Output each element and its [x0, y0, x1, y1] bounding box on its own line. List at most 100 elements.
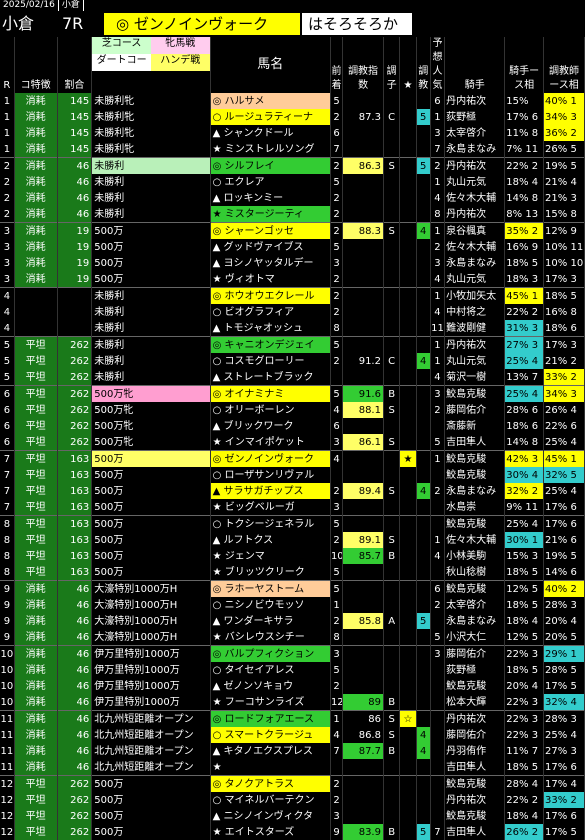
class-cell: 未勝利 — [91, 287, 211, 304]
table-row[interactable]: 10 消耗 46 伊万里特別1000万 ▲ ゼノンソキョウ 2 鮫島克駿 20% 4 17% 5 — [0, 678, 585, 694]
table-row[interactable]: 12 平坦 262 500万 ★ エイトスターズ 9 83.9 B 5 7 吉田隼人 26% 2 17%… — [0, 824, 585, 840]
table-row[interactable]: 9 消耗 46 大濠特別1000万H ◎ ラホーヤストーム 5 6 鮫島克駿 12% 5 40% … — [0, 580, 585, 597]
predicted-pop-cell: 7 — [430, 141, 446, 158]
table-row[interactable]: 8 平坦 163 500万 ★ ジェンマ 10 85.7 B 4 小林美駒 15% 3 19% 5 — [0, 548, 585, 564]
trainer-course-rate-cell: 32% 5 — [543, 467, 585, 483]
predicted-pop-cell: 1 — [430, 353, 446, 369]
table-row[interactable]: 8 平坦 163 500万 ○ トクシージェネラル 5 鮫島克駿 25% 4 17% 6 — [0, 515, 585, 532]
table-row[interactable]: 4 未勝利 ○ ビオグラフィア 2 4 中村将之 22% 2 16% 8 — [0, 304, 585, 320]
table-row[interactable]: 11 消耗 46 北九州短距離オープン ▲ キタノエクスプレス 7 87.7 B 4 丹羽侑作 11… — [0, 743, 585, 759]
predicted-pop-cell — [430, 792, 446, 808]
trainer-course-rate-cell: 10% 10 — [543, 255, 585, 271]
table-row[interactable]: 9 消耗 46 大濠特別1000万H ○ ニシノビウモッソ 1 2 太宰啓介 18% 5 28% … — [0, 597, 585, 613]
featured-comment: はそろそろか — [302, 13, 412, 35]
horse-name-cell: ◎ ハルサメ — [210, 93, 331, 109]
table-row[interactable]: 3 消耗 19 500万 ★ ヴィオトマ 2 4 丸山元気 18% 3 17% 3 — [0, 271, 585, 288]
trainer-course-rate-cell: 19% 5 — [543, 157, 585, 174]
jockey-cell: 佐々木大輔 — [444, 239, 506, 255]
jockey-cell: 鮫島克駿 — [444, 775, 506, 792]
training-index-cell: 89.4 — [342, 483, 384, 499]
training-rank-cell — [416, 190, 431, 206]
class-cell: 大濠特別1000万H — [91, 629, 211, 646]
table-row[interactable]: 1 消耗 145 未勝利牝 ◎ ハルサメ 5 6 丹内祐次 15% 40% 1 — [0, 93, 585, 109]
table-row[interactable]: 9 消耗 46 大濠特別1000万H ★ バシレウスシチー 8 5 小沢大仁 12% 5 20% … — [0, 629, 585, 646]
prev-finish-cell: 6 — [330, 125, 344, 141]
table-row[interactable]: 4 未勝利 ◎ ホウオウエクレール 2 1 小牧加矢太 45% 1 18% 5 — [0, 287, 585, 304]
table-row[interactable]: 7 平坦 163 500万 ▲ サラサガチップス 2 89.4 S 4 2 永島まなみ 32% 2 25… — [0, 483, 585, 499]
table-row[interactable]: 7 平坦 163 500万 ◎ ゼンノインヴォーク 4 ★ 1 鮫島克駿 42% 3 45% 1 — [0, 450, 585, 467]
ratio-cell: 46 — [57, 759, 93, 776]
course-type-cell: 平坦 — [14, 548, 58, 564]
table-row[interactable]: 7 平坦 163 500万 ○ ローザサンリヴァル 鮫島克駿 30% 4 32% 5 — [0, 467, 585, 483]
class-cell: 500万 — [91, 450, 211, 467]
table-row[interactable]: 10 消耗 46 伊万里特別1000万 ★ フーコサンライズ 12 89 B 松本大輝 22% 3… — [0, 694, 585, 711]
training-index-cell: 85.8 — [342, 613, 384, 629]
training-index-cell — [342, 93, 384, 109]
table-row[interactable]: 11 消耗 46 北九州短距離オープン ○ スマートクラージュ 4 86.8 S 4 藤岡佑介 22… — [0, 727, 585, 743]
training-index-cell — [342, 174, 384, 190]
table-row[interactable]: 6 平坦 262 500万牝 ○ オリーボーレン 4 88.1 S 2 藤岡佑介 28% 6 26% … — [0, 402, 585, 418]
race-number-cell: 2 — [0, 157, 15, 174]
prev-finish-cell: 5 — [330, 580, 344, 597]
table-row[interactable]: 5 平坦 262 未勝利 ▲ ストレートブラック 4 菊沢一樹 13% 7 33% 2 — [0, 369, 585, 386]
condition-cell — [383, 239, 401, 255]
table-row[interactable]: 1 消耗 145 未勝利牝 ★ ミンストレルソング 7 7 永島まなみ 7% 11 26% 5 — [0, 141, 585, 158]
jockey-course-rate-cell: 22% 2 — [504, 304, 545, 320]
table-row[interactable]: 5 平坦 262 未勝利 ○ コスモグローリー 2 91.2 C 4 1 丸山元気 25% 4 21% … — [0, 353, 585, 369]
course-type-cell: 平坦 — [14, 824, 58, 840]
predicted-pop-cell — [430, 499, 446, 516]
jockey-cell: 吉田隼人 — [444, 434, 506, 451]
table-row[interactable]: 12 平坦 262 500万 ▲ ニシノインヴィクタ 3 鮫島克駿 18% 4 17% 6 — [0, 808, 585, 824]
prev-finish-cell: 2 — [330, 353, 344, 369]
table-row[interactable]: 4 未勝利 ▲ トモジャオッシュ 8 11 難波剛健 31% 3 18% 6 — [0, 320, 585, 337]
table-row[interactable]: 10 消耗 46 伊万里特別1000万 ○ タイセイアレス 5 荻野極 18% 5 28% 5 — [0, 662, 585, 678]
race-number-cell: 2 — [0, 190, 15, 206]
table-row[interactable]: 11 消耗 46 北九州短距離オープン ★ 吉田隼人 18% 5 17% 6 — [0, 759, 585, 776]
table-row[interactable]: 9 消耗 46 大濠特別1000万H ▲ ワンダーキサラ 2 85.8 A 5 永島まなみ 18% … — [0, 613, 585, 629]
table-row[interactable]: 6 平坦 262 500万牝 ★ インマイポケット 3 86.1 S 5 吉田隼人 14% 8 25%… — [0, 434, 585, 451]
predicted-pop-cell: 4 — [430, 548, 446, 564]
table-row[interactable]: 1 消耗 145 未勝利牝 ▲ シャンクドール 6 3 太宰啓介 11% 8 36% 2 — [0, 125, 585, 141]
table-row[interactable]: 2 消耗 46 未勝利 ◎ シルフレイ 2 86.3 S 5 2 丹内祐次 22% 2 19% 5 — [0, 157, 585, 174]
table-row[interactable]: 8 平坦 163 500万 ★ ブリッツクリーク 5 秋山稔樹 18% 5 14% 6 — [0, 564, 585, 581]
jockey-course-rate-cell: 22% 3 — [504, 710, 545, 727]
table-row[interactable]: 2 消耗 46 未勝利 ★ ミスタージーティ 2 8 丹内祐次 8% 13 15% 8 — [0, 206, 585, 223]
trainer-course-rate-cell: 33% 2 — [543, 792, 585, 808]
table-row[interactable]: 6 平坦 262 500万牝 ▲ ブリックワーク 6 斎藤新 18% 6 22% 6 — [0, 418, 585, 434]
jockey-course-rate-cell: 11% 7 — [504, 743, 545, 759]
table-row[interactable]: 3 消耗 19 500万 ◎ シャーンゴッセ 2 88.3 S 4 1 泉谷楓真 35% 2 12% 9 — [0, 222, 585, 239]
trainer-course-rate-cell: 21% 3 — [543, 190, 585, 206]
table-row[interactable]: 6 平坦 262 500万牝 ◎ オイナミナミ 5 91.6 B 3 鮫島克駿 25% 4 34% 3 — [0, 385, 585, 402]
table-row[interactable]: 2 消耗 46 未勝利 ○ エクレア 5 1 丸山元気 18% 4 21% 4 — [0, 174, 585, 190]
training-index-cell — [342, 759, 384, 776]
table-row[interactable]: 3 消耗 19 500万 ▲ グッドヴァイブス 5 2 佐々木大輔 16% 9 10% 11 — [0, 239, 585, 255]
table-row[interactable]: 7 平坦 163 500万 ★ ビッグベルーガ 3 水島崇 9% 11 17% 6 — [0, 499, 585, 516]
course-type-cell: 平坦 — [14, 353, 58, 369]
table-row[interactable]: 1 消耗 145 未勝利牝 ○ ルージュラティーナ 2 87.3 C 5 1 荻野極 17% 6 34%… — [0, 109, 585, 125]
table-row[interactable]: 10 消耗 46 伊万里特別1000万 ◎ バルプフィクション 3 3 藤岡佑介 22% 3 29… — [0, 645, 585, 662]
table-row[interactable]: 3 消耗 19 500万 ▲ ヨシノヤッタルデー 3 3 永島まなみ 18% 5 10% 10 — [0, 255, 585, 271]
table-row[interactable]: 12 平坦 262 500万 ◎ タノクアトラス 2 鮫島克駿 28% 4 17% 4 — [0, 775, 585, 792]
condition-cell: S — [383, 532, 401, 548]
predicted-pop-cell: 2 — [430, 597, 446, 613]
training-rank-cell — [416, 759, 431, 776]
predicted-pop-cell: 3 — [430, 125, 446, 141]
predicted-pop-cell: 1 — [430, 109, 446, 125]
horse-name-cell: ○ ビオグラフィア — [210, 304, 331, 320]
predicted-pop-cell: 5 — [430, 629, 446, 646]
prev-finish-cell: 3 — [330, 499, 344, 516]
trainer-course-rate-cell: 29% 1 — [543, 645, 585, 662]
table-row[interactable]: 5 平坦 262 未勝利 ◎ キャニオンデジェイ 5 1 丹内祐次 27% 3 17% 3 — [0, 336, 585, 353]
race-number-cell: 3 — [0, 255, 15, 271]
ratio-cell: 163 — [57, 450, 93, 467]
predicted-pop-cell: 1 — [430, 287, 446, 304]
table-row[interactable]: 8 平坦 163 500万 ▲ ルフトクス 2 89.1 S 1 佐々木大輔 30% 1 21% 6 — [0, 532, 585, 548]
prev-finish-cell: 4 — [330, 727, 344, 743]
horse-name-cell: ◎ バルプフィクション — [210, 645, 331, 662]
table-row[interactable]: 11 消耗 46 北九州短距離オープン ◎ ロードフォアエース 1 86 S ☆ 丹内祐次 22% … — [0, 710, 585, 727]
table-row[interactable]: 12 平坦 262 500万 ○ マイネルバーテクン 2 丹内祐次 22% 2 33% 2 — [0, 792, 585, 808]
jockey-cell: 丹羽侑作 — [444, 743, 506, 759]
trainer-course-rate-cell: 28% 3 — [543, 710, 585, 727]
jockey-course-rate-cell: 7% 11 — [504, 141, 545, 158]
table-row[interactable]: 2 消耗 46 未勝利 ▲ ロッキンミー 2 4 佐々木大輔 14% 8 21% 3 — [0, 190, 585, 206]
